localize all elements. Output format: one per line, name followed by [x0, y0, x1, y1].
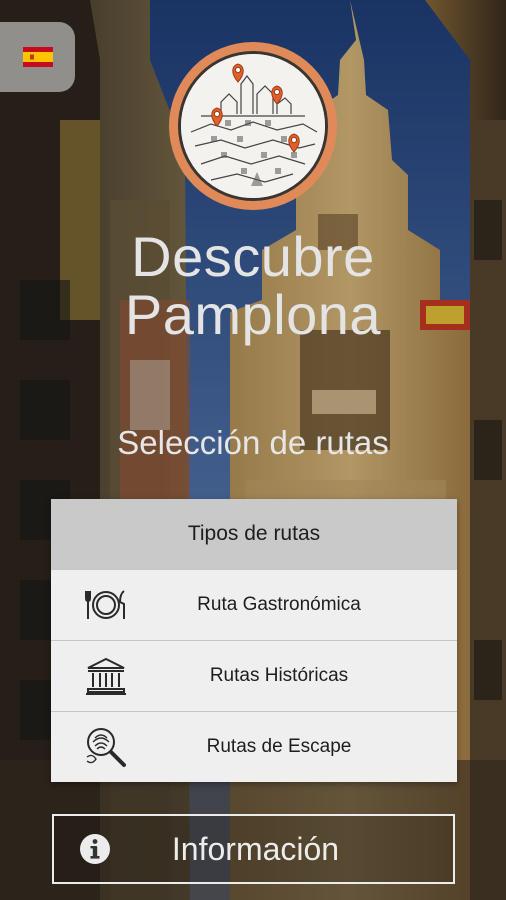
route-selection-subtitle: Selección de rutas [117, 424, 389, 461]
route-item-historic[interactable]: Rutas Históricas [51, 640, 457, 711]
app-logo [169, 42, 337, 210]
info-circle-icon [80, 834, 110, 864]
route-item-gastronomic[interactable]: Ruta Gastronómica [51, 569, 457, 640]
route-item-escape[interactable]: Rutas de Escape [51, 711, 457, 782]
language-selector-button[interactable] [0, 22, 75, 92]
route-types-header: Tipos de rutas [51, 499, 457, 569]
spain-flag-icon [22, 47, 53, 67]
pamplona-skyline-logo [178, 51, 328, 201]
route-types-panel: Tipos de rutas Ruta Gastronómica Rutas H… [51, 499, 457, 782]
magnifier-fingerprint-icon [83, 724, 129, 770]
information-label: Información [171, 830, 340, 867]
app-title: Descubre Pamplona [124, 225, 382, 346]
plate-cutlery-icon [83, 582, 129, 628]
classical-building-icon [83, 653, 129, 699]
information-button[interactable]: Información [52, 814, 455, 884]
